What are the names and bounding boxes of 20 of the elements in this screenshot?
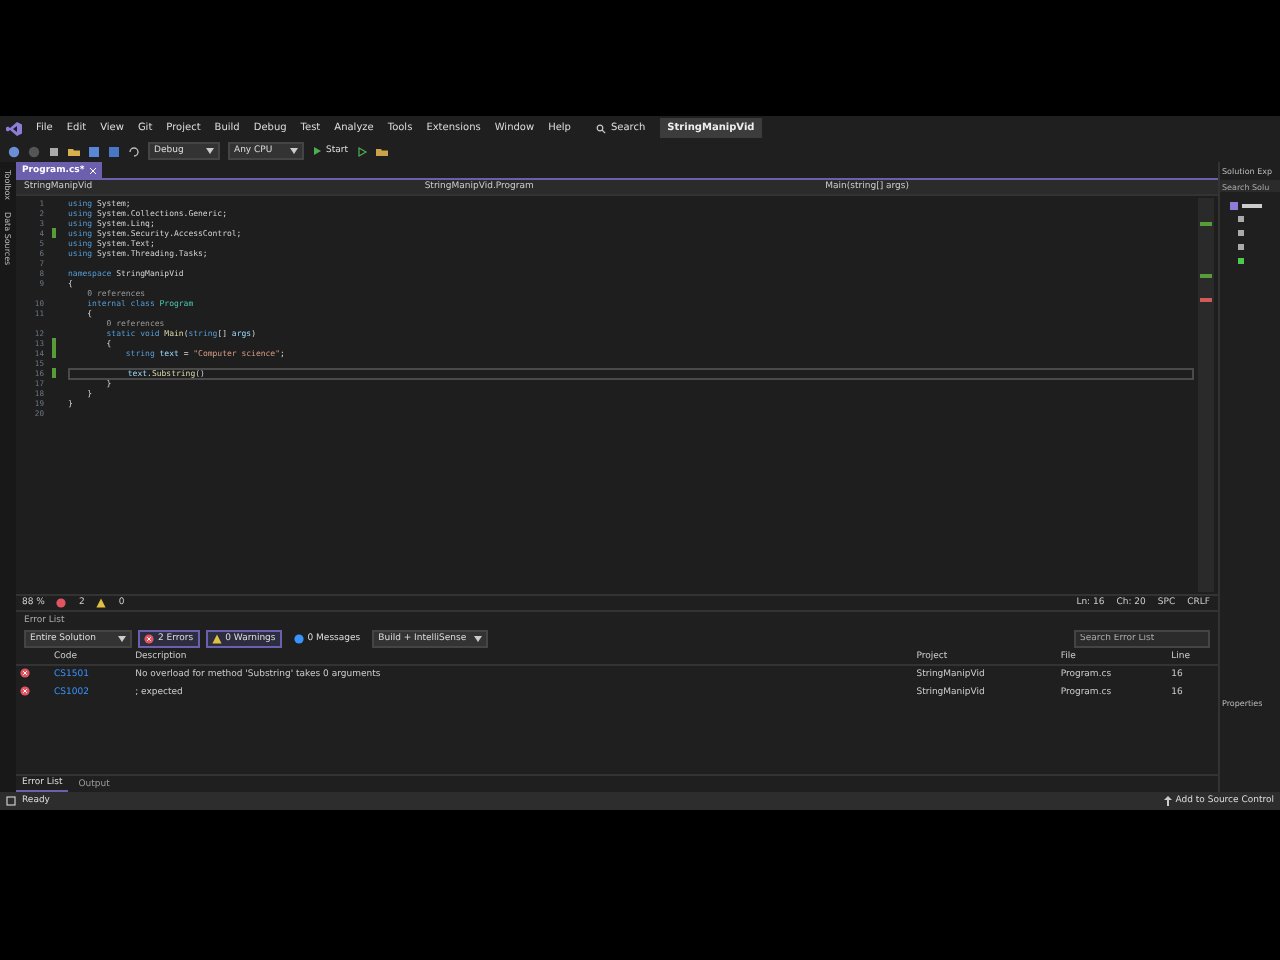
- open-folder-icon[interactable]: [68, 145, 80, 157]
- caret-icon: [118, 636, 126, 642]
- arrow-up-icon: [1163, 796, 1172, 806]
- error-icon: [20, 668, 30, 678]
- play-outline-icon[interactable]: [356, 145, 368, 157]
- folder-icon[interactable]: [376, 145, 388, 157]
- play-icon: [312, 146, 322, 156]
- info-icon: [293, 634, 304, 644]
- error-icon: [20, 686, 30, 696]
- search-icon: [596, 123, 607, 133]
- caret-icon: [290, 148, 298, 154]
- caret-icon: [474, 636, 483, 642]
- scrollbar[interactable]: [1198, 198, 1214, 592]
- caret-icon: [206, 148, 214, 154]
- undo-icon[interactable]: [128, 145, 140, 157]
- error-icon: [144, 634, 154, 644]
- error-icon: [56, 598, 67, 608]
- close-icon[interactable]: [90, 167, 97, 173]
- app-logo-icon: [6, 121, 22, 135]
- warning-icon: [211, 634, 222, 644]
